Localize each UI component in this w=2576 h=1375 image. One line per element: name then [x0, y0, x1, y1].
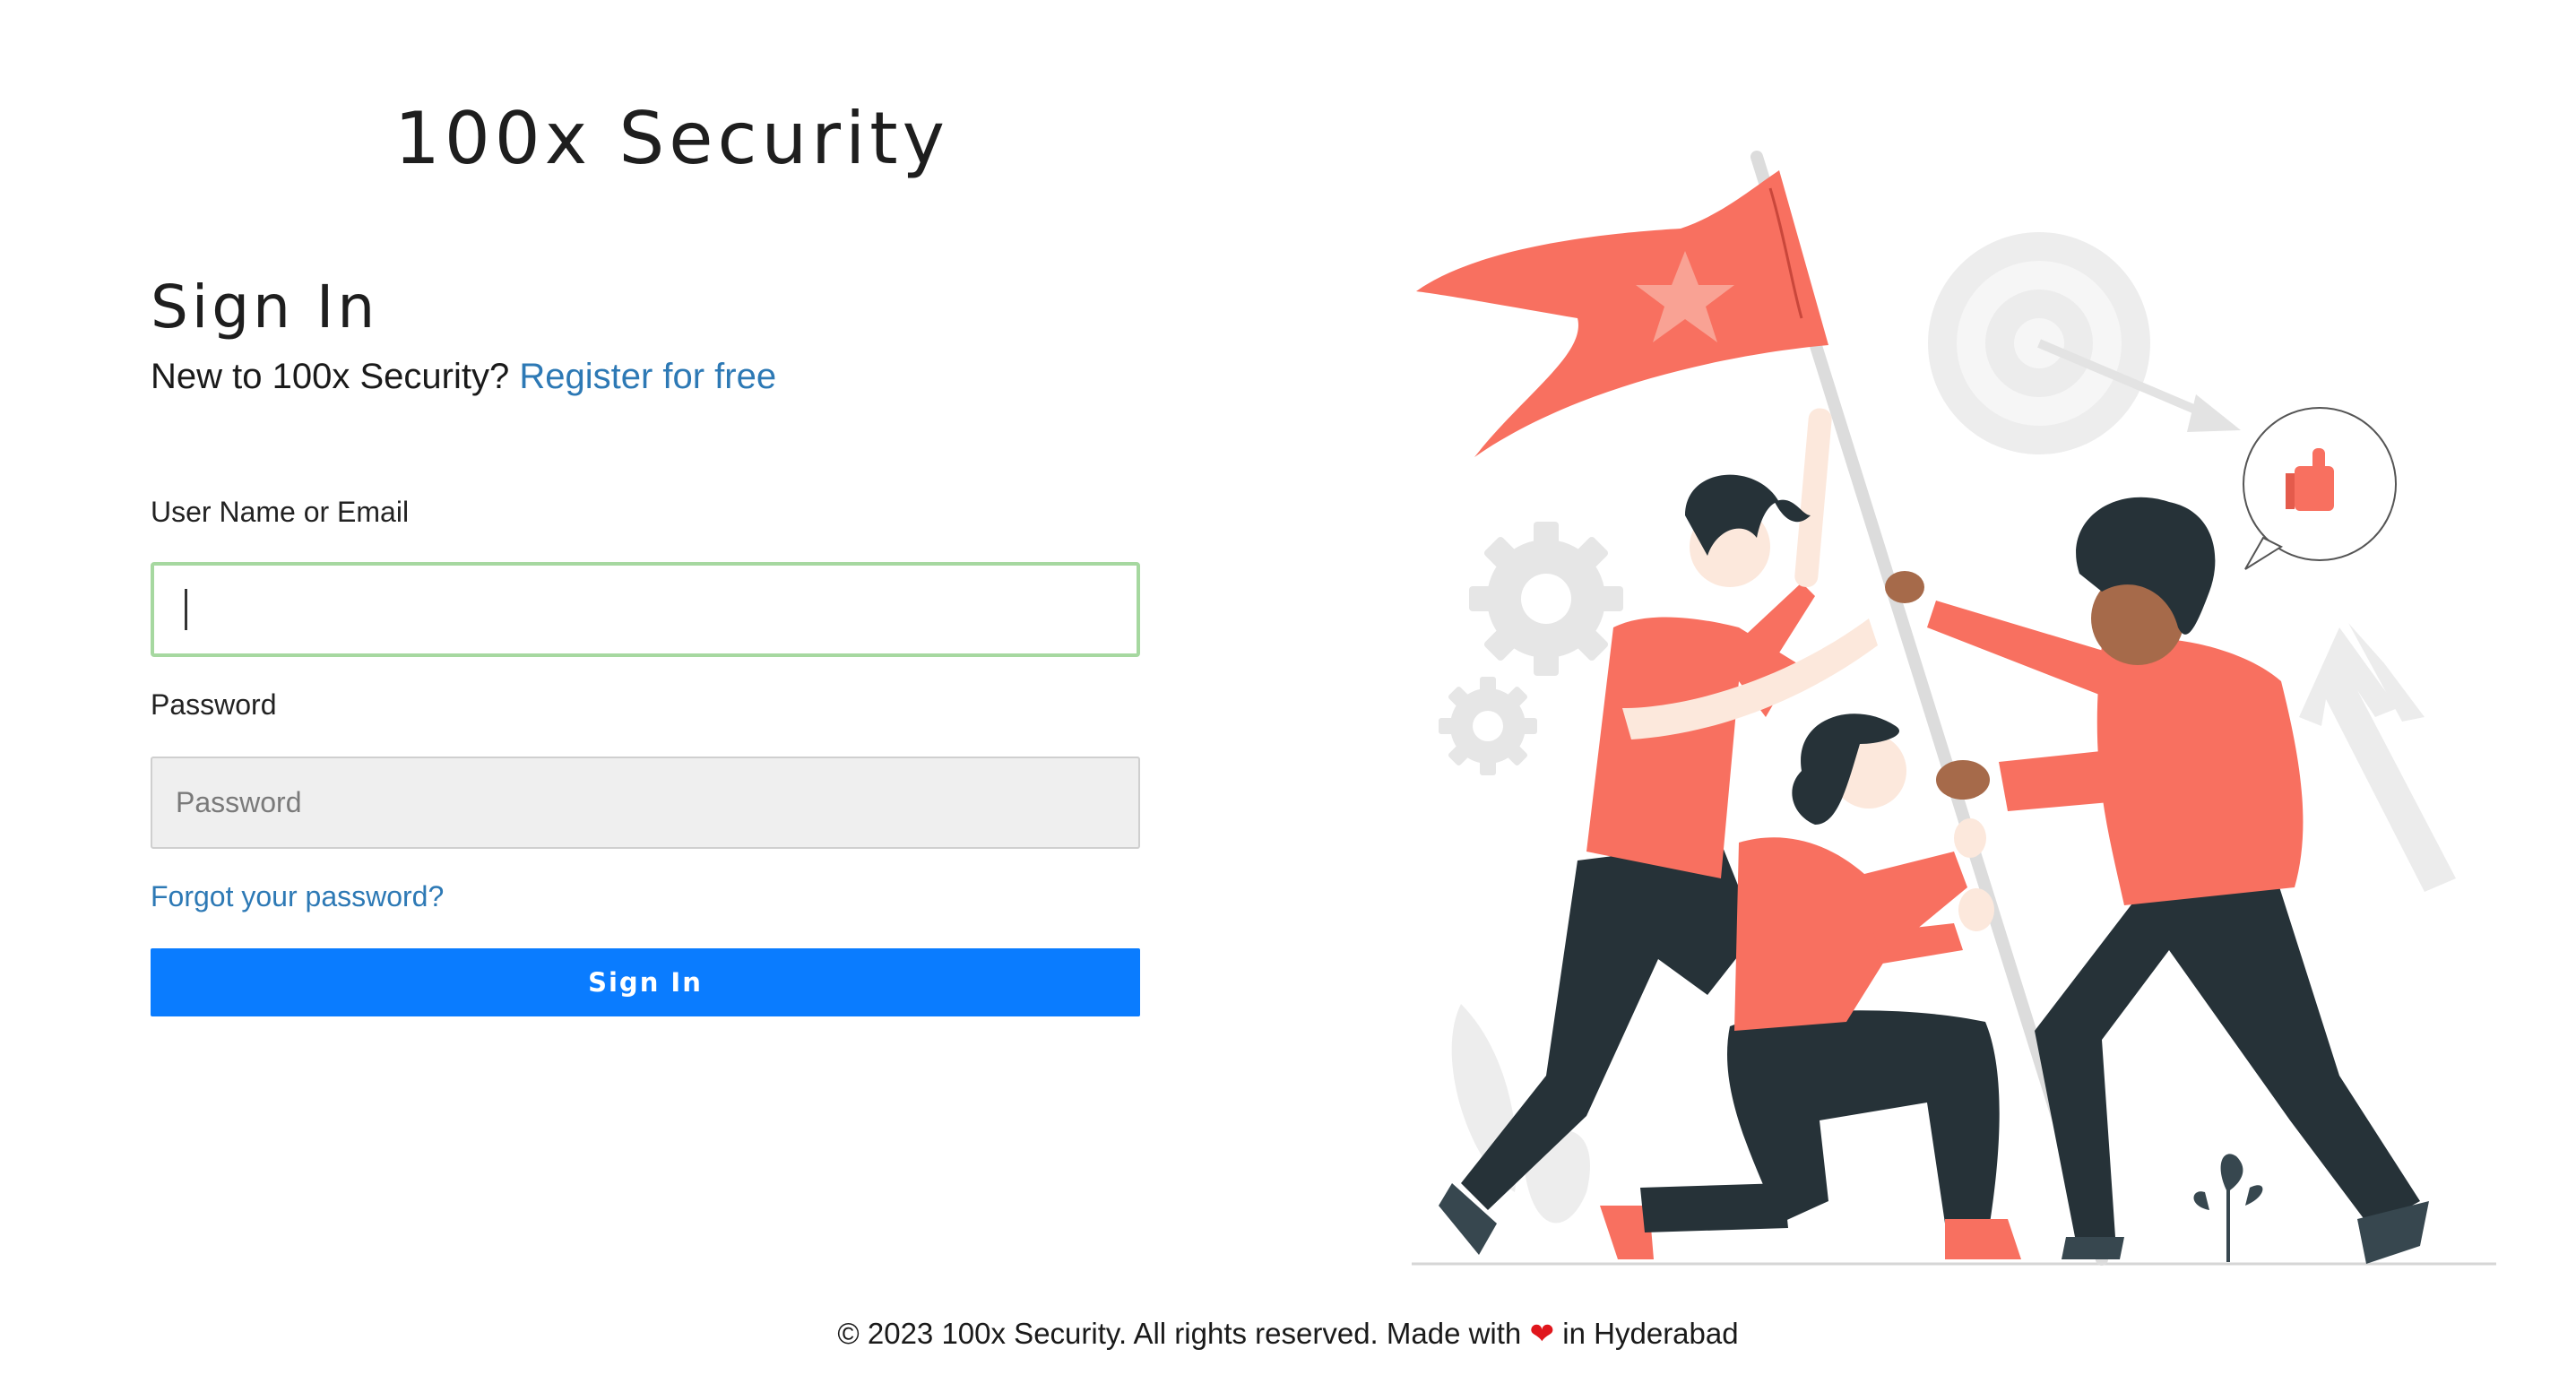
password-label: Password — [151, 688, 277, 721]
username-input[interactable] — [151, 562, 1140, 657]
text-caret — [185, 589, 187, 630]
page-title: Sign In — [151, 272, 379, 342]
thumbs-up-icon — [2243, 407, 2397, 570]
username-label: User Name or Email — [151, 496, 410, 528]
team-flag-illustration — [1412, 151, 2496, 1266]
heart-icon: ❤ — [1529, 1317, 1555, 1350]
footer: © 2023 100x Security. All rights reserve… — [0, 1316, 2576, 1351]
register-prompt-text: New to 100x Security? — [151, 357, 510, 396]
forgot-password-link[interactable]: Forgot your password? — [151, 880, 444, 913]
footer-copyright: © 2023 100x Security. All rights reserve… — [837, 1317, 1522, 1350]
target-icon — [1928, 232, 2241, 454]
sign-in-button[interactable]: Sign In — [151, 948, 1140, 1016]
brand-title: 100x Security — [394, 97, 949, 180]
gear-icon — [1439, 522, 1623, 775]
footer-location: in Hyderabad — [1562, 1317, 1739, 1350]
register-prompt: New to 100x Security? Register for free — [151, 357, 776, 397]
register-link[interactable]: Register for free — [519, 357, 776, 396]
password-input[interactable] — [151, 757, 1140, 849]
